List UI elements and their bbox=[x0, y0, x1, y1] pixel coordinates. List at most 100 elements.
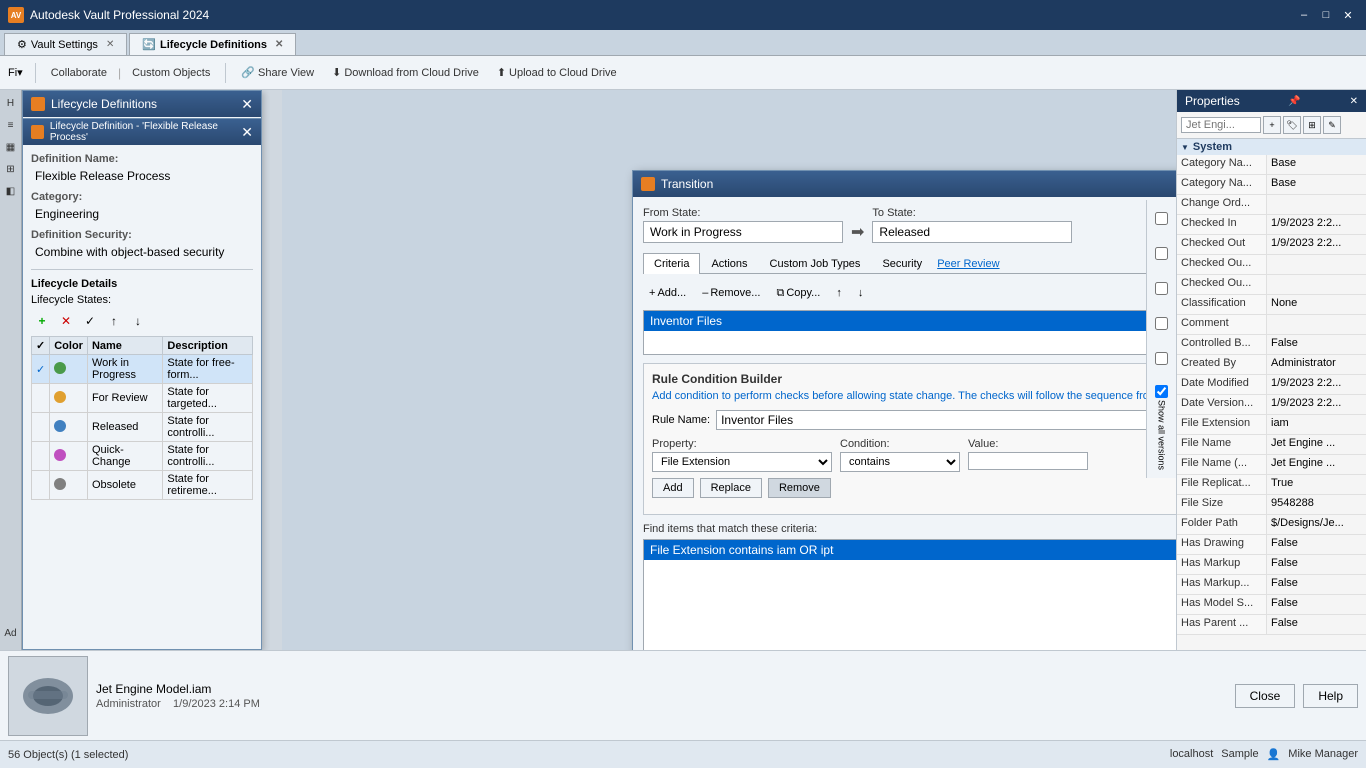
add-criteria-btn[interactable]: + Add... bbox=[643, 282, 692, 304]
bottom-file-info: Jet Engine Model.iam Administrator 1/9/2… bbox=[96, 682, 1227, 710]
status-db: Sample bbox=[1221, 748, 1258, 761]
copy-criteria-btn[interactable]: ⧉ Copy... bbox=[770, 282, 826, 304]
sidebar-layout-icon[interactable]: ⊞ bbox=[2, 160, 20, 178]
checkbox-4[interactable] bbox=[1151, 317, 1172, 330]
states-down-btn[interactable]: ↓ bbox=[127, 310, 149, 332]
app-titlebar: AV Autodesk Vault Professional 2024 – □ … bbox=[0, 0, 1366, 30]
add-condition-btn[interactable]: Add bbox=[652, 478, 694, 498]
color-quickchange bbox=[54, 449, 66, 461]
state-obsolete-desc: State for retireme... bbox=[163, 471, 253, 500]
prop-name-5: Checked Ou... bbox=[1177, 255, 1267, 274]
table-row[interactable]: For Review State for targeted... bbox=[32, 384, 253, 413]
sidebar-grid-icon[interactable]: ▦ bbox=[2, 138, 20, 156]
prop-row: Has DrawingFalse bbox=[1177, 535, 1366, 555]
table-row[interactable]: ✓ Work in Progress State for free-form..… bbox=[32, 355, 253, 384]
transition-arrow-icon: ➡ bbox=[851, 222, 864, 242]
prop-value-3: 1/9/2023 2:2... bbox=[1267, 215, 1366, 234]
rcb-desc: Add condition to perform checks before a… bbox=[652, 390, 1176, 402]
prop-value-21: False bbox=[1267, 575, 1366, 594]
properties-filter[interactable] bbox=[1181, 117, 1261, 133]
sidebar-menu-icon[interactable]: ≡ bbox=[2, 116, 20, 134]
tab-custom-job-types[interactable]: Custom Job Types bbox=[759, 253, 872, 274]
prop-edit-btn[interactable]: ✎ bbox=[1323, 116, 1341, 134]
prop-row: File Size9548288 bbox=[1177, 495, 1366, 515]
sidebar-panel-icon[interactable]: ◧ bbox=[2, 182, 20, 200]
rule-name-input[interactable] bbox=[716, 410, 1176, 430]
main-tab-bar: ⚙ Vault Settings ✕ 🔄 Lifecycle Definitio… bbox=[0, 30, 1366, 56]
tab-vault-settings[interactable]: ⚙ Vault Settings ✕ bbox=[4, 33, 127, 55]
checkbox-5[interactable] bbox=[1151, 352, 1172, 365]
prop-value-6 bbox=[1267, 275, 1366, 294]
states-up-btn[interactable]: ↑ bbox=[103, 310, 125, 332]
properties-close-btn[interactable]: ✕ bbox=[1350, 96, 1358, 107]
prop-name-16: File Replicat... bbox=[1177, 475, 1267, 494]
close-button[interactable]: ✕ bbox=[1338, 5, 1358, 25]
states-check-btn[interactable]: ✓ bbox=[79, 310, 101, 332]
download-cloud-btn[interactable]: ⬇ Download from Cloud Drive bbox=[325, 60, 486, 86]
file-menu[interactable]: Fi▾ bbox=[8, 66, 23, 79]
tab-actions[interactable]: Actions bbox=[700, 253, 758, 274]
from-state-field: Work in Progress bbox=[643, 221, 843, 243]
remove-criteria-btn[interactable]: – Remove... bbox=[696, 282, 766, 304]
tab-lifecycle[interactable]: 🔄 Lifecycle Definitions ✕ bbox=[129, 33, 296, 55]
close-btn[interactable]: Close bbox=[1235, 684, 1296, 708]
prop-value-0: Base bbox=[1267, 155, 1366, 174]
prop-grid-btn[interactable]: ⊞ bbox=[1303, 116, 1321, 134]
prop-row: Change Ord... bbox=[1177, 195, 1366, 215]
tab-security[interactable]: Security bbox=[871, 253, 933, 274]
prop-value-20: False bbox=[1267, 555, 1366, 574]
states-remove-btn[interactable]: ✕ bbox=[55, 310, 77, 332]
security-value: Combine with object-based security bbox=[31, 243, 253, 261]
checkbox-3[interactable] bbox=[1151, 282, 1172, 295]
share-view-btn[interactable]: 🔗 Share View bbox=[234, 60, 321, 86]
lc-inner-close-btn[interactable]: ✕ bbox=[241, 124, 253, 141]
value-input[interactable] bbox=[968, 452, 1088, 470]
table-row[interactable]: Released State for controlli... bbox=[32, 413, 253, 442]
remove-condition-btn[interactable]: Remove bbox=[768, 478, 831, 498]
bottom-meta: Administrator 1/9/2023 2:14 PM bbox=[96, 698, 1227, 710]
find-item[interactable]: File Extension contains iam OR ipt bbox=[644, 540, 1176, 560]
prop-add-btn[interactable]: + bbox=[1263, 116, 1281, 134]
prop-tag-btn[interactable]: 🏷 bbox=[1283, 116, 1301, 134]
prop-row: Date Version...1/9/2023 2:2... bbox=[1177, 395, 1366, 415]
prop-value-15: Jet Engine ... bbox=[1267, 455, 1366, 474]
tab-close-vault[interactable]: ✕ bbox=[106, 39, 114, 50]
state-review-desc: State for targeted... bbox=[163, 384, 253, 413]
system-group-header[interactable]: ▼ System bbox=[1177, 139, 1366, 155]
prop-row: Has Markup...False bbox=[1177, 575, 1366, 595]
lc-inner-titlebar: Lifecycle Definition - 'Flexible Release… bbox=[23, 119, 261, 145]
property-select[interactable]: File Extension bbox=[652, 452, 832, 472]
sidebar-home-icon[interactable]: H bbox=[2, 94, 20, 112]
states-add-btn[interactable]: + bbox=[31, 310, 53, 332]
status-server: localhost bbox=[1170, 748, 1213, 761]
properties-pin-btn[interactable]: 📌 bbox=[1288, 96, 1300, 107]
down-criteria-btn[interactable]: ↓ bbox=[852, 282, 870, 304]
transition-dialog: Transition ✕ From State: Work in Progres… bbox=[632, 170, 1176, 650]
lc-def-close-btn[interactable]: ✕ bbox=[241, 96, 253, 113]
upload-cloud-btn[interactable]: ⬆ Upload to Cloud Drive bbox=[490, 60, 624, 86]
custom-objects-btn[interactable]: Custom Objects bbox=[125, 60, 217, 86]
table-row[interactable]: Quick-Change State for controlli... bbox=[32, 442, 253, 471]
group-triangle-icon: ▼ bbox=[1181, 143, 1189, 152]
maximize-button[interactable]: □ bbox=[1316, 5, 1336, 25]
replace-condition-btn[interactable]: Replace bbox=[700, 478, 762, 498]
tab-criteria[interactable]: Criteria bbox=[643, 253, 700, 274]
collaborate-btn[interactable]: Collaborate bbox=[44, 60, 114, 86]
transition-icon bbox=[641, 177, 655, 191]
show-all-checkbox[interactable] bbox=[1155, 385, 1168, 398]
prop-value-16: True bbox=[1267, 475, 1366, 494]
state-wip-name: Work in Progress bbox=[87, 355, 162, 384]
prop-name-1: Category Na... bbox=[1177, 175, 1267, 194]
condition-select[interactable]: contains bbox=[840, 452, 960, 472]
tab-close-lc[interactable]: ✕ bbox=[275, 39, 283, 50]
rule-row-inventor[interactable]: Inventor Files bbox=[644, 311, 1176, 331]
checkbox-1[interactable] bbox=[1151, 212, 1172, 225]
up-criteria-btn[interactable]: ↑ bbox=[830, 282, 848, 304]
minimize-button[interactable]: – bbox=[1294, 5, 1314, 25]
bottom-help-btn[interactable]: Help bbox=[1303, 684, 1358, 708]
table-row[interactable]: Obsolete State for retireme... bbox=[32, 471, 253, 500]
peer-review-link[interactable]: Peer Review bbox=[937, 258, 999, 270]
checkbox-2[interactable] bbox=[1151, 247, 1172, 260]
sidebar-add-icon[interactable]: Ad bbox=[2, 624, 20, 642]
prop-value-23: False bbox=[1267, 615, 1366, 634]
